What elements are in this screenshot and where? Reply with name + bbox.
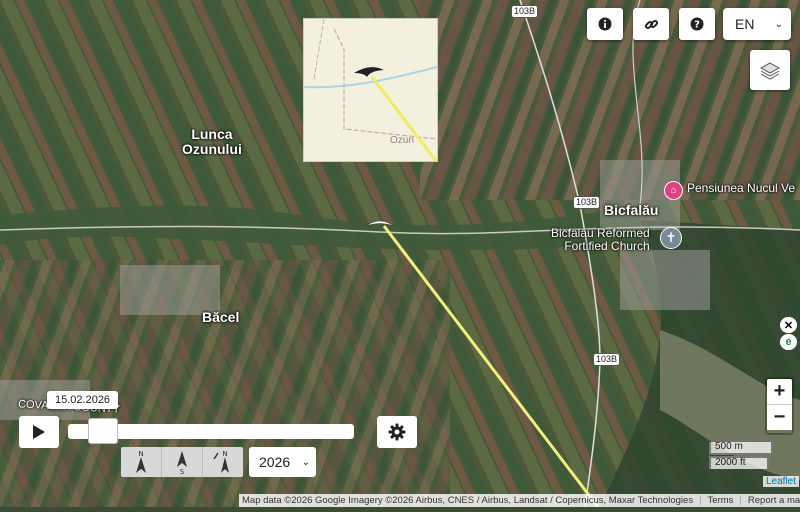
info-circle-icon: [598, 17, 612, 31]
close-circle-icon[interactable]: ✕: [780, 317, 797, 333]
year-value: 2026: [259, 454, 291, 470]
zoom-control: + −: [765, 377, 794, 435]
minimap-place-label: Ozun: [390, 135, 414, 146]
place-label-bicfalau: Bicfalău: [604, 202, 659, 218]
poi-church-line2: Fortified Church: [564, 238, 650, 253]
north-arrow-icon: N: [136, 450, 146, 473]
layers-icon: [759, 62, 781, 80]
layers-button[interactable]: [750, 50, 790, 90]
language-select[interactable]: EN ⌄: [723, 8, 791, 40]
timeline-date-label: 15.02.2026: [47, 391, 119, 409]
svg-text:S: S: [180, 468, 185, 475]
play-icon: [33, 425, 45, 439]
minimap-glider-icon: [354, 67, 384, 77]
hotel-icon[interactable]: ⌂: [664, 181, 683, 200]
link-button[interactable]: [633, 8, 669, 40]
report-map-error-link[interactable]: Report a map error: [748, 495, 800, 506]
settings-button[interactable]: [377, 416, 417, 448]
attribution-text: Map data ©2026 Google Imagery ©2026 Airb…: [242, 495, 694, 506]
south-arrow-icon: S: [177, 451, 187, 475]
road-shield-103b: 103B: [511, 5, 539, 18]
place-label-lunca-ozunului: Lunca Ozunului: [182, 126, 242, 157]
view-mode-track-up[interactable]: N: [203, 447, 243, 477]
poi-guesthouse-label[interactable]: Pensiunea Nucul Ve: [687, 182, 795, 195]
terms-link[interactable]: Terms: [708, 495, 734, 506]
chevron-down-icon: ⌄: [301, 456, 310, 468]
view-mode-north-up[interactable]: N: [121, 447, 162, 477]
zoom-in-button[interactable]: +: [767, 379, 792, 405]
poi-church-label[interactable]: Bicfalau Reformed Fortified Church: [551, 227, 650, 252]
attribution-bar: Map data ©2026 Google Imagery ©2026 Airb…: [239, 494, 800, 507]
view-mode-toggle: N S N: [121, 447, 243, 477]
help-button[interactable]: ?: [679, 8, 715, 40]
heading-arrow-icon: N: [213, 450, 229, 473]
svg-text:N: N: [138, 450, 143, 458]
play-button[interactable]: [19, 416, 59, 448]
gear-icon: [388, 423, 406, 441]
chevron-down-icon: ⌄: [774, 18, 783, 30]
poi-church-line1: Bicfalau Reformed: [551, 226, 650, 240]
language-value: EN: [735, 16, 755, 32]
scale-imperial: 2000 ft: [709, 456, 769, 469]
timeline-slider-thumb[interactable]: [88, 418, 119, 444]
scale-metric: 500 m: [709, 442, 773, 455]
leaflet-link[interactable]: Leaflet: [763, 476, 800, 487]
svg-text:?: ?: [694, 20, 700, 31]
link-icon: [644, 19, 658, 29]
church-icon[interactable]: ✝: [660, 227, 682, 249]
year-select[interactable]: 2026 ⌄: [249, 447, 316, 477]
zoom-out-button[interactable]: −: [767, 405, 792, 430]
view-mode-south-up[interactable]: S: [162, 447, 203, 477]
svg-text:N: N: [222, 450, 227, 458]
e-badge-icon[interactable]: e: [780, 334, 797, 350]
road-shield-103b: 103B: [593, 353, 621, 366]
info-button[interactable]: [587, 8, 623, 40]
minimap-drawing: [304, 19, 437, 161]
place-label-bacel: Băcel: [202, 309, 240, 325]
minimap: Ozun: [303, 18, 438, 162]
question-circle-icon: ?: [690, 17, 704, 31]
road-shield-103b: 103B: [573, 196, 601, 209]
